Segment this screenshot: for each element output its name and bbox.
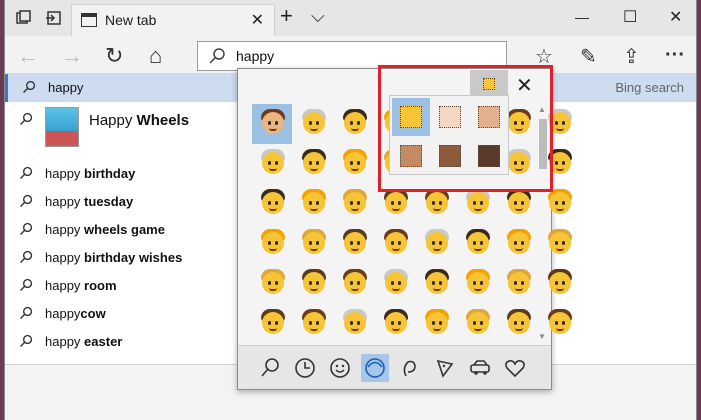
home-button[interactable]: ⌂ (149, 43, 162, 69)
suggestion-text: happy (48, 80, 84, 95)
emoji-item[interactable] (422, 266, 452, 296)
share-icon[interactable]: ⇪ (623, 44, 640, 69)
emoji-item[interactable] (340, 226, 370, 256)
suggestion-text: happy easter (45, 334, 123, 349)
new-tab-button[interactable]: + (280, 3, 293, 29)
suggestion-text: happycow (45, 306, 106, 321)
emoji-item[interactable] (422, 226, 452, 256)
search-icon (261, 358, 279, 377)
emoji-item[interactable] (258, 186, 288, 216)
tab-close-button[interactable]: ✕ (251, 10, 264, 30)
emoji-item[interactable] (545, 306, 575, 336)
search-icon (20, 306, 33, 319)
tab-title: New tab (105, 12, 157, 28)
emoji-item[interactable] (299, 146, 329, 176)
search-icon (209, 48, 225, 64)
emoji-item[interactable] (381, 266, 411, 296)
emoji-item[interactable] (504, 226, 534, 256)
title-bar: New tab ✕ + ⌵ — ☐ ✕ (5, 0, 696, 36)
recent-icon (295, 358, 315, 378)
search-icon (20, 166, 33, 179)
emoji-item[interactable] (299, 266, 329, 296)
emoji-item[interactable] (258, 146, 288, 176)
emoji-item[interactable] (545, 266, 575, 296)
emoji-item[interactable] (299, 226, 329, 256)
suggestion-text: happy birthday (45, 166, 136, 181)
refresh-button[interactable]: ↻ (105, 43, 123, 69)
category-people[interactable] (361, 354, 389, 382)
search-icon (20, 112, 33, 125)
emoji-item[interactable] (340, 106, 370, 136)
suggestion-text: happy room (45, 278, 117, 293)
emoji-item[interactable] (340, 186, 370, 216)
tab-favicon-icon (81, 13, 97, 27)
travel-icon (470, 360, 490, 375)
suggestion-text: happy birthday wishes (45, 250, 183, 265)
emoji-item[interactable] (422, 306, 452, 336)
category-smiley[interactable] (326, 354, 354, 382)
tab-preview-icon[interactable] (15, 9, 33, 27)
category-food[interactable] (431, 354, 459, 382)
forward-button[interactable]: → (61, 43, 83, 69)
emoji-item[interactable] (258, 226, 288, 256)
emoji-item[interactable] (258, 306, 288, 336)
emoji-item[interactable] (340, 306, 370, 336)
emoji-category-bar (238, 345, 551, 389)
smiley-icon (330, 358, 350, 378)
emoji-item[interactable] (258, 106, 288, 136)
tab-menu-chevron-icon[interactable]: ⌵ (311, 6, 325, 27)
category-travel[interactable] (466, 354, 494, 382)
people-icon (365, 358, 385, 378)
bing-search-label: Bing search (615, 80, 684, 95)
emoji-item[interactable] (340, 266, 370, 296)
emoji-item[interactable] (381, 226, 411, 256)
heart-icon (505, 360, 525, 378)
app-title: Happy Wheels (89, 112, 190, 129)
category-heart[interactable] (501, 354, 529, 382)
maximize-button[interactable]: ☐ (623, 7, 637, 27)
category-recent[interactable] (291, 354, 319, 382)
scroll-down-icon[interactable]: ▼ (538, 332, 546, 341)
search-icon (20, 334, 33, 347)
red-highlight-box (378, 65, 553, 192)
emoji-item[interactable] (381, 306, 411, 336)
food-icon (436, 359, 454, 378)
category-celebration[interactable] (396, 354, 424, 382)
search-icon (20, 222, 33, 235)
emoji-item[interactable] (299, 106, 329, 136)
emoji-item[interactable] (463, 306, 493, 336)
search-icon (20, 194, 33, 207)
category-search[interactable] (256, 354, 284, 382)
emoji-item[interactable] (340, 146, 370, 176)
tab-new-tab[interactable]: New tab ✕ (71, 4, 275, 36)
celebration-icon (403, 360, 416, 377)
suggestion-text: happy tuesday (45, 194, 134, 209)
emoji-item[interactable] (504, 266, 534, 296)
back-button[interactable]: ← (17, 43, 39, 69)
app-thumbnail (45, 107, 79, 147)
suggestion-text: happy wheels game (45, 222, 165, 237)
search-icon (20, 250, 33, 263)
emoji-item[interactable] (258, 266, 288, 296)
search-icon (20, 278, 33, 291)
emoji-item[interactable] (463, 266, 493, 296)
emoji-item[interactable] (299, 306, 329, 336)
minimize-button[interactable]: — (575, 9, 589, 25)
emoji-item[interactable] (299, 186, 329, 216)
more-options-icon[interactable]: ··· (665, 44, 685, 67)
pen-icon[interactable]: ✎ (580, 44, 597, 69)
emoji-item[interactable] (504, 306, 534, 336)
emoji-item[interactable] (463, 226, 493, 256)
window-close-button[interactable]: ✕ (669, 7, 682, 27)
search-icon (23, 80, 36, 93)
address-input[interactable]: happy (236, 48, 274, 64)
emoji-item[interactable] (545, 226, 575, 256)
set-aside-tabs-icon[interactable] (45, 9, 63, 27)
